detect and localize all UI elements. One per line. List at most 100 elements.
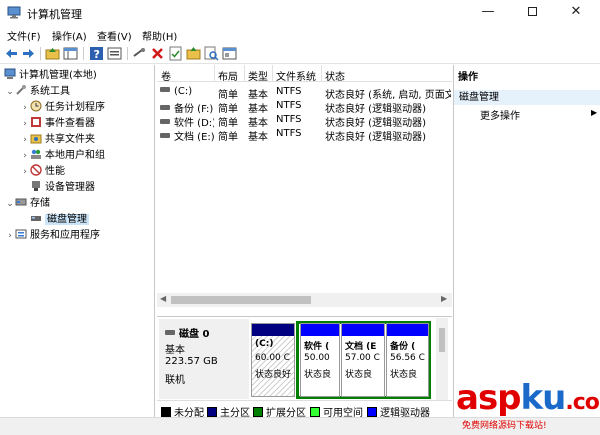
more-actions[interactable]: 更多操作 bbox=[480, 107, 520, 122]
disk-0-info[interactable]: 磁盘 0 基本 223.57 GB 联机 bbox=[159, 319, 249, 399]
disk-icon bbox=[165, 330, 175, 335]
disk-name-row: 磁盘 0 bbox=[165, 325, 209, 340]
help-icon[interactable]: ? bbox=[89, 46, 104, 61]
show-hide-tree-icon[interactable] bbox=[63, 46, 78, 61]
performance-icon bbox=[30, 164, 42, 176]
column-volume[interactable]: 卷 bbox=[161, 68, 171, 83]
scroll-thumb[interactable] bbox=[171, 296, 311, 304]
services-icon bbox=[15, 229, 27, 239]
expand-icon[interactable]: › bbox=[20, 164, 30, 180]
primary-partition-bar bbox=[252, 324, 294, 336]
collapse-icon[interactable]: ⌄ bbox=[5, 196, 15, 212]
horizontal-scrollbar[interactable]: ◀ ▶ bbox=[157, 293, 452, 307]
connect-icon[interactable] bbox=[132, 46, 147, 61]
volume-list-header: 卷 布局 类型 文件系统 状态 bbox=[157, 65, 452, 83]
column-status[interactable]: 状态 bbox=[325, 68, 345, 83]
collapse-icon[interactable]: ⌄ bbox=[5, 84, 15, 100]
volume-list: 卷 布局 类型 文件系统 状态 (C:) 简单 基本 NTFS 状态良好 (系统… bbox=[157, 65, 452, 310]
tree-services-apps[interactable]: › 服务和应用程序 bbox=[5, 228, 100, 244]
users-icon bbox=[31, 149, 41, 159]
title-bar: 计算机管理 — ✕ bbox=[0, 0, 600, 26]
disk-name: 磁盘 0 bbox=[179, 329, 210, 340]
actions-header: 操作 bbox=[458, 72, 478, 83]
minimize-button[interactable]: — bbox=[466, 0, 510, 26]
volume-row[interactable]: 备份 (F:) 简单 基本 NTFS 状态良好 (逻辑驱动器) bbox=[157, 99, 452, 115]
actions-section-disk-management[interactable]: 磁盘管理 bbox=[454, 89, 600, 105]
volume-row[interactable]: 文档 (E:) 简单 基本 NTFS 状态良好 (逻辑驱动器) bbox=[157, 127, 452, 143]
folder-icon[interactable] bbox=[186, 46, 201, 61]
volume-row[interactable]: (C:) 简单 基本 NTFS 状态良好 (系统, 启动, 页面文 bbox=[157, 85, 452, 101]
scroll-thumb[interactable] bbox=[439, 328, 445, 352]
disk-icon bbox=[31, 216, 41, 221]
window-title: 计算机管理 bbox=[27, 8, 82, 21]
legend-swatch bbox=[161, 407, 171, 417]
storage-icon bbox=[15, 198, 27, 206]
up-icon[interactable] bbox=[45, 46, 60, 61]
column-type[interactable]: 类型 bbox=[248, 68, 268, 83]
logical-drive-bar bbox=[301, 324, 339, 336]
maximize-button[interactable] bbox=[510, 0, 554, 26]
console-tree: 计算机管理(本地) ⌄ 系统工具 › 任务计划程序 › 事件查看器 › 共享文件夹 › 本… bbox=[0, 65, 155, 417]
expand-icon[interactable]: › bbox=[5, 228, 15, 244]
column-layout[interactable]: 布局 bbox=[218, 68, 238, 83]
volume-icon bbox=[160, 133, 170, 138]
toolbar: ? bbox=[0, 44, 600, 64]
tools-icon bbox=[16, 85, 26, 95]
tree-root[interactable]: 计算机管理(本地) bbox=[4, 68, 97, 84]
back-icon[interactable] bbox=[4, 46, 19, 61]
volume-icon bbox=[160, 105, 170, 110]
partition-d[interactable]: 软件 ( 50.00 状态良 bbox=[300, 323, 340, 397]
close-button[interactable]: ✕ bbox=[554, 0, 598, 26]
partition-c[interactable]: (C:) 60.00 C 状态良好 bbox=[251, 323, 295, 397]
disk-size: 223.57 GB bbox=[165, 356, 218, 367]
vertical-scrollbar[interactable] bbox=[436, 318, 448, 400]
submenu-arrow-icon: ▶ bbox=[591, 108, 598, 117]
shared-folder-icon bbox=[30, 134, 42, 144]
tree-storage[interactable]: ⌄ 存储 bbox=[5, 196, 50, 212]
legend-swatch bbox=[367, 407, 377, 417]
partition-e[interactable]: 文档 (E 57.00 C 状态良 bbox=[341, 323, 385, 397]
search-icon[interactable] bbox=[204, 46, 219, 61]
check-icon[interactable] bbox=[168, 46, 183, 61]
actions-pane: 操作 磁盘管理 更多操作 ▶ bbox=[453, 65, 600, 417]
tree-system-tools[interactable]: ⌄ 系统工具 bbox=[5, 84, 70, 100]
properties-icon[interactable] bbox=[107, 46, 122, 61]
volume-row[interactable]: 软件 (D:) 简单 基本 NTFS 状态良好 (逻辑驱动器) bbox=[157, 113, 452, 129]
computer-icon bbox=[4, 68, 16, 79]
menu-help[interactable]: 帮助(H) bbox=[142, 28, 177, 43]
column-filesystem[interactable]: 文件系统 bbox=[276, 68, 316, 83]
new-window-icon[interactable] bbox=[222, 46, 237, 61]
device-manager-icon bbox=[32, 181, 40, 191]
tree-disk-management[interactable]: 磁盘管理 bbox=[30, 212, 89, 228]
menu-view[interactable]: 查看(V) bbox=[97, 28, 132, 43]
watermark-logo: aspku.com bbox=[456, 378, 600, 418]
tree-task-scheduler[interactable]: › 任务计划程序 bbox=[20, 100, 105, 116]
logical-drive-bar bbox=[387, 324, 428, 336]
legend-swatch bbox=[310, 407, 320, 417]
tree-shared-folders[interactable]: › 共享文件夹 bbox=[20, 132, 95, 148]
expand-icon[interactable]: › bbox=[20, 100, 30, 116]
menu-bar: 文件(F) 操作(A) 查看(V) 帮助(H) bbox=[0, 26, 600, 44]
expand-icon[interactable]: › bbox=[20, 116, 30, 132]
disk-state: 联机 bbox=[165, 375, 185, 386]
disk-type: 基本 bbox=[165, 345, 185, 356]
tree-performance[interactable]: › 性能 bbox=[20, 164, 65, 180]
tree-local-users[interactable]: › 本地用户和组 bbox=[20, 148, 105, 164]
delete-icon[interactable] bbox=[150, 46, 165, 61]
svg-text:?: ? bbox=[94, 48, 100, 61]
forward-icon[interactable] bbox=[21, 46, 36, 61]
scroll-right-icon[interactable]: ▶ bbox=[441, 294, 447, 303]
menu-file[interactable]: 文件(F) bbox=[7, 28, 41, 43]
volume-icon bbox=[160, 87, 170, 92]
menu-action[interactable]: 操作(A) bbox=[52, 28, 87, 43]
legend-swatch bbox=[207, 407, 217, 417]
scroll-left-icon[interactable]: ◀ bbox=[160, 294, 166, 303]
maximize-icon bbox=[527, 7, 537, 16]
watermark: aspku.com 免费网络源码下载站! bbox=[452, 378, 600, 435]
expand-icon[interactable]: › bbox=[20, 148, 30, 164]
partition-f[interactable]: 备份 ( 56.56 C 状态良 bbox=[386, 323, 429, 397]
tree-event-viewer[interactable]: › 事件查看器 bbox=[20, 116, 95, 132]
expand-icon[interactable]: › bbox=[20, 132, 30, 148]
tree-device-manager[interactable]: 设备管理器 bbox=[30, 180, 95, 196]
legend-swatch bbox=[253, 407, 263, 417]
